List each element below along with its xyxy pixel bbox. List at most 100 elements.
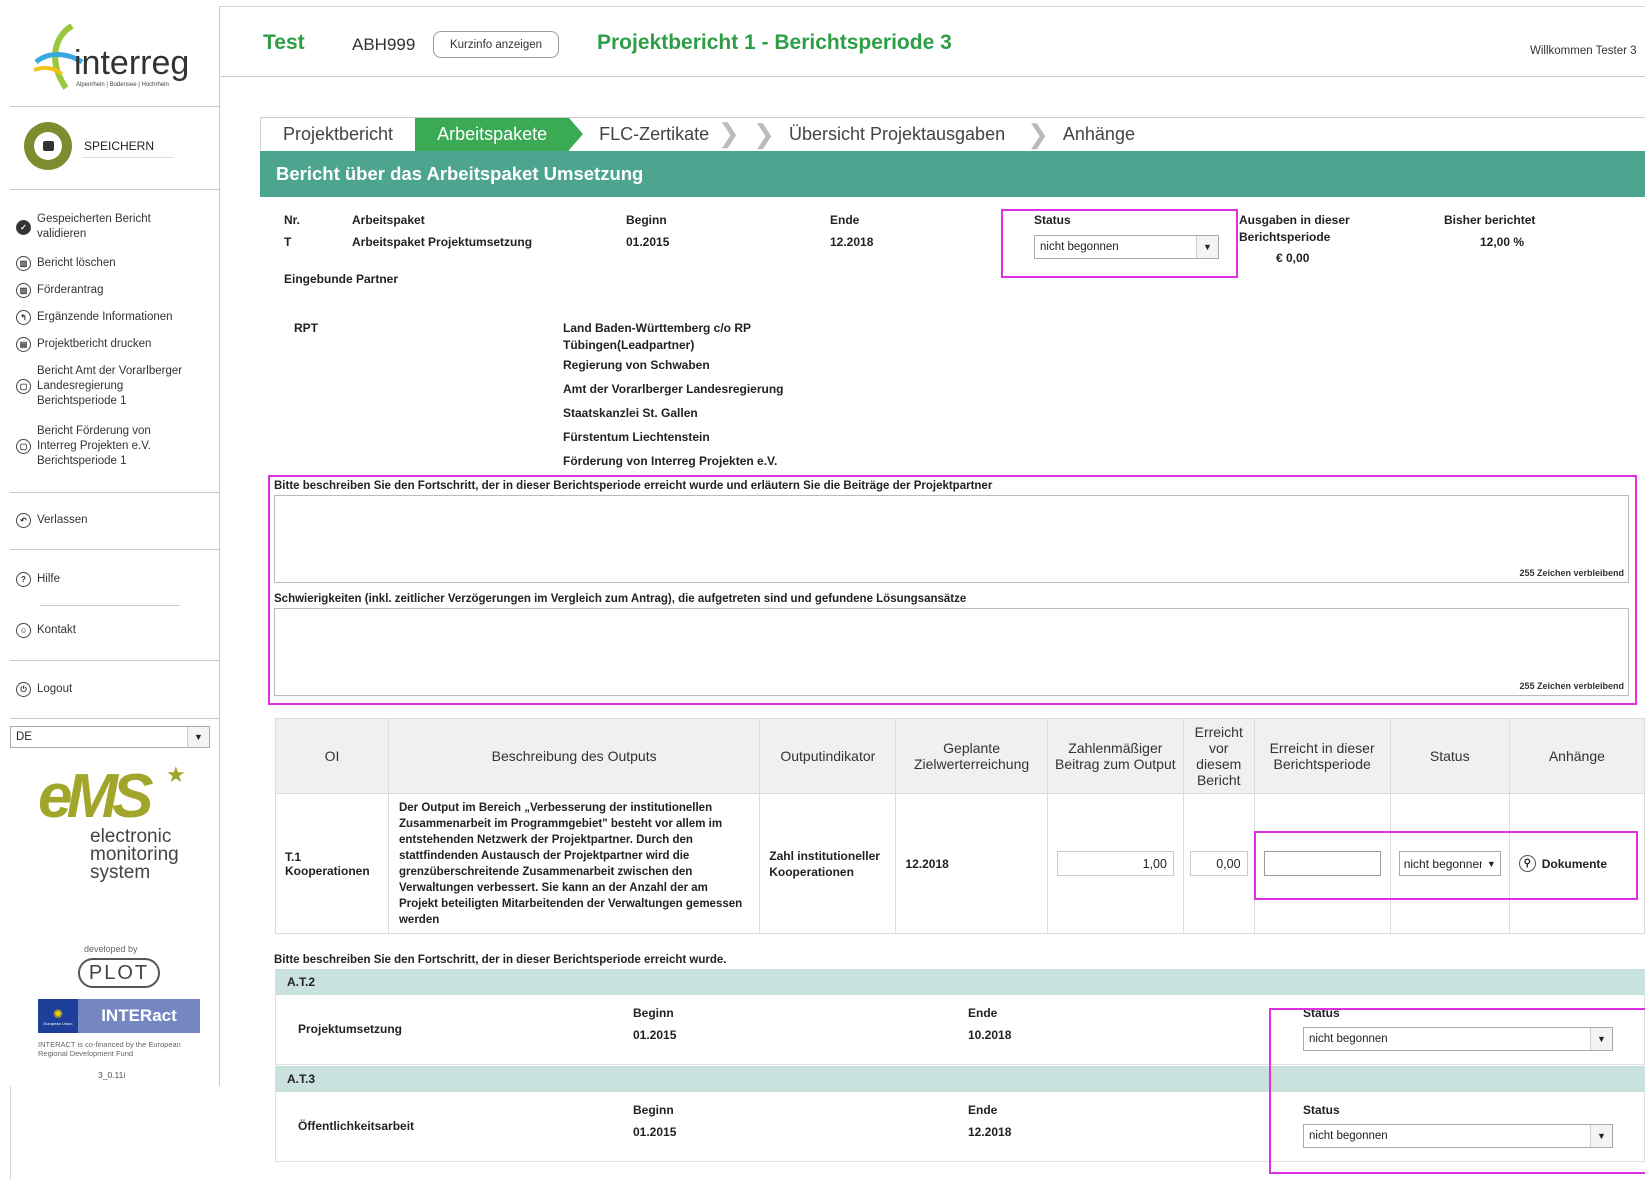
cell-oi: T.1 Kooperationen — [275, 793, 389, 934]
activity-begin-label: Beginn — [633, 1006, 674, 1020]
sidebar-item-report-vorarlberg[interactable]: ▢ Bericht Amt der Vorarlberger Landesregi… — [16, 364, 216, 409]
sidebar-item-label: Kontakt — [37, 624, 76, 636]
question-icon: ? — [16, 572, 31, 587]
chevron-down-icon: ▼ — [187, 727, 209, 747]
partner-item: Amt der Vorarlberger Landesregierung — [563, 382, 784, 396]
activities-intro: Bitte beschreiben Sie den Fortschritt, d… — [274, 954, 727, 966]
sidebar-item-report-interreg[interactable]: ▢ Bericht Förderung von Interreg Projekte… — [16, 424, 216, 469]
activity-end-label: Ende — [968, 1006, 998, 1020]
sidebar-item-application[interactable]: ▥ Förderantrag — [16, 283, 216, 298]
eu-flag-icon: ✺ European Union — [38, 999, 78, 1033]
col-achieved-now: Erreicht in dieser Berichtsperiode — [1253, 718, 1391, 794]
contact-icon: ☺ — [16, 623, 31, 638]
sidebar-item-delete[interactable]: ▥ Bericht löschen — [16, 256, 216, 271]
sidebar-divider — [40, 605, 180, 606]
tab-uebersicht-projektausgaben[interactable]: ❯ Übersicht Projektausgaben — [731, 118, 1027, 151]
cell-achieved-before: 0,00 — [1182, 793, 1255, 934]
interact-logo-box: INTERact — [78, 999, 200, 1033]
nr-label: Nr. — [284, 213, 301, 227]
check-icon: ✓ — [16, 219, 31, 235]
sidebar-item-contact[interactable]: ☺ Kontakt — [16, 623, 216, 638]
reported-value: 12,00 % — [1480, 235, 1525, 249]
status-value: nicht begonnen — [1040, 241, 1119, 253]
tab-anhaenge[interactable]: ❯ Anhänge — [1027, 118, 1157, 151]
col-status: Status — [1389, 718, 1510, 794]
row-inputs-highlight — [1254, 831, 1638, 900]
interreg-logo-subtitle: Alpenrhein | Bodensee | Hochrhein — [76, 82, 169, 88]
activity-status-highlight — [1269, 1008, 1645, 1174]
col-attachments: Anhänge — [1508, 718, 1645, 794]
activity-end-value: 10.2018 — [968, 1028, 1012, 1042]
chevron-right-icon: ❯ — [753, 118, 775, 149]
plot-logo: PLOT — [78, 958, 160, 988]
tab-arbeitspakete[interactable]: Arbeitspakete — [415, 117, 584, 151]
col-planned: Geplante Zielwerterreichung — [895, 718, 1048, 794]
save-label: SPEICHERN — [82, 135, 175, 158]
chevron-right-icon: ❯ — [1027, 118, 1049, 149]
developed-by-label: developed by — [84, 944, 138, 954]
document-icon: ▢ — [16, 379, 31, 394]
status-label: Status — [1034, 213, 1071, 227]
sidebar-item-leave[interactable]: ↶ Verlassen — [16, 513, 216, 528]
sidebar-item-logout[interactable]: ⏻ Logout — [16, 682, 216, 697]
save-button[interactable]: SPEICHERN — [24, 120, 194, 172]
tab-projektbericht[interactable]: Projektbericht — [261, 118, 415, 151]
activity-name: Öffentlichkeitsarbeit — [298, 1119, 415, 1133]
contribution-input[interactable]: 1,00 — [1056, 851, 1174, 876]
col-indicator: Outputindikator — [759, 718, 897, 794]
ems-line-3: system — [90, 862, 151, 883]
sidebar-item-label: Ergänzende Informationen — [37, 311, 173, 323]
ems-logo: eMS ★ electronic monitoring system — [38, 762, 198, 896]
trash-icon: ▥ — [16, 256, 31, 271]
sidebar-item-validate[interactable]: ✓ Gespeicherten Bericht validieren — [16, 212, 216, 242]
output-table-header: OI Beschreibung des Outputs Outputindika… — [275, 718, 1645, 794]
tab-label: Anhänge — [1062, 123, 1135, 144]
begin-label: Beginn — [626, 213, 667, 227]
sidebar-item-label: Verlassen — [37, 514, 88, 526]
activity-begin-label: Beginn — [633, 1103, 674, 1117]
project-code: ABH999 — [352, 35, 416, 54]
sidebar-item-label: Projektbericht drucken — [37, 338, 152, 350]
expenses-value: € 0,00 — [1276, 251, 1310, 265]
interreg-logo-text: interreg — [74, 44, 190, 82]
tab-label: Arbeitspakete — [437, 123, 548, 144]
reported-label: Bisher berichtet — [1444, 213, 1536, 227]
progress-textarea[interactable]: 255 Zeichen verbleibend — [274, 495, 1629, 583]
tab-flc-zertikate[interactable]: FLC-Zertikate — [569, 118, 731, 151]
expenses-label-1: Ausgaben in dieser — [1239, 213, 1350, 227]
status-select[interactable]: nicht begonnen ▼ — [1034, 235, 1219, 259]
sidebar-item-label: Bericht Amt der Vorarlberger Landesregie… — [37, 365, 183, 407]
sidebar-item-label: Logout — [37, 683, 73, 695]
tab-label: Übersicht Projektausgaben — [788, 123, 1006, 144]
sidebar-item-label: Förderantrag — [37, 284, 104, 296]
save-icon — [24, 122, 72, 170]
activity-begin-value: 01.2015 — [633, 1028, 677, 1042]
cell-planned: 12.2018 — [895, 793, 1048, 934]
ap-value: Arbeitspaket Projektumsetzung — [352, 235, 533, 249]
activity-end-label: Ende — [968, 1103, 998, 1117]
partner-item: Förderung von Interreg Projekten e.V. — [563, 454, 778, 468]
difficulties-label: Schwierigkeiten (inkl. zeitlicher Verzög… — [274, 593, 967, 605]
star-icon: ★ — [166, 762, 186, 787]
back-arrow-icon: ↶ — [16, 513, 31, 528]
begin-value: 01.2015 — [626, 235, 670, 249]
tab-label: Projektbericht — [283, 123, 394, 144]
sidebar-item-print[interactable]: ▤ Projektbericht drucken — [16, 337, 216, 352]
language-value: DE — [16, 731, 32, 743]
difficulties-textarea[interactable]: 255 Zeichen verbleibend — [274, 608, 1629, 696]
kurzinfo-button[interactable]: Kurzinfo anzeigen — [433, 31, 559, 58]
progress-label: Bitte beschreiben Sie den Fortschritt, d… — [274, 480, 993, 492]
cell-description: Der Output im Bereich „Verbesserung der … — [387, 793, 761, 934]
info-icon: ↰ — [16, 310, 31, 325]
sidebar-item-label: Gespeicherten Bericht validieren — [37, 213, 151, 240]
language-select[interactable]: DE ▼ — [10, 726, 210, 748]
chevron-down-icon: ▼ — [1196, 236, 1218, 258]
sidebar-item-info[interactable]: ↰ Ergänzende Informationen — [16, 310, 216, 325]
cell-indicator: Zahl institutioneller Kooperationen — [759, 793, 897, 934]
sidebar-item-help[interactable]: ? Hilfe — [16, 572, 216, 587]
output-table: OI Beschreibung des Outputs Outputindika… — [275, 718, 1645, 934]
activity-begin-value: 01.2015 — [633, 1125, 677, 1139]
cell-contribution: 1,00 — [1046, 793, 1184, 934]
version-label: 3_0.11i — [98, 1070, 126, 1080]
partners-label: Eingebunde Partner — [284, 272, 399, 286]
